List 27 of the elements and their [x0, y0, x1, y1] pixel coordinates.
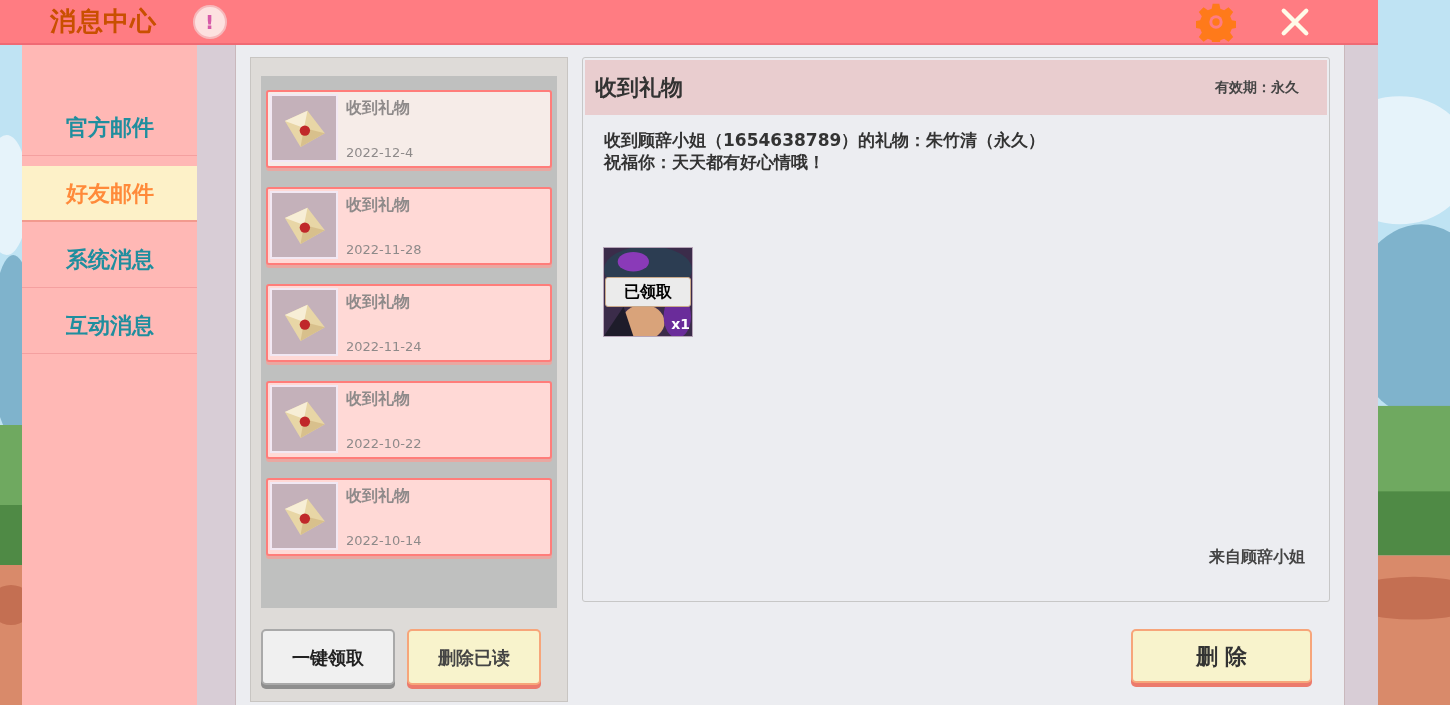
- sidebar-tab[interactable]: 好友邮件: [22, 166, 197, 222]
- mail-date: 2022-11-28: [346, 240, 422, 259]
- mail-date: 2022-12-4: [346, 143, 414, 162]
- mail-date: 2022-11-24: [346, 337, 422, 356]
- mail-item[interactable]: 收到礼物 2022-10-14: [266, 478, 552, 556]
- alert-badge[interactable]: !: [192, 4, 227, 39]
- gift-item[interactable]: 已领取 x1: [603, 247, 693, 337]
- mail-title: 收到礼物: [346, 388, 411, 410]
- quantity-label: x1: [671, 315, 690, 334]
- sender-text: 来自顾辞小姐: [1209, 546, 1305, 568]
- mail-item[interactable]: 收到礼物 2022-11-28: [266, 187, 552, 265]
- close-icon[interactable]: [1280, 6, 1310, 37]
- mail-title: 收到礼物: [346, 97, 411, 119]
- mail-item[interactable]: 收到礼物 2022-12-4: [266, 90, 552, 168]
- mail-title: 收到礼物: [346, 485, 411, 507]
- mail-date: 2022-10-22: [346, 434, 422, 453]
- mail-item[interactable]: 收到礼物 2022-10-22: [266, 381, 552, 459]
- validity-text: 有效期：永久: [1215, 78, 1299, 97]
- claimed-label: 已领取: [605, 277, 691, 307]
- window-title: 消息中心: [50, 5, 157, 38]
- mail-item[interactable]: 收到礼物 2022-11-24: [266, 284, 552, 362]
- mail-title: 收到礼物: [346, 291, 411, 313]
- message-title: 收到礼物: [595, 74, 683, 102]
- message-text: 祝福你：天天都有好心情哦！: [604, 151, 826, 173]
- mail-title: 收到礼物: [346, 194, 411, 216]
- mail-date: 2022-10-14: [346, 531, 422, 550]
- message-text: 收到顾辞小姐（1654638789）的礼物：朱竹清（永久）: [604, 129, 1047, 151]
